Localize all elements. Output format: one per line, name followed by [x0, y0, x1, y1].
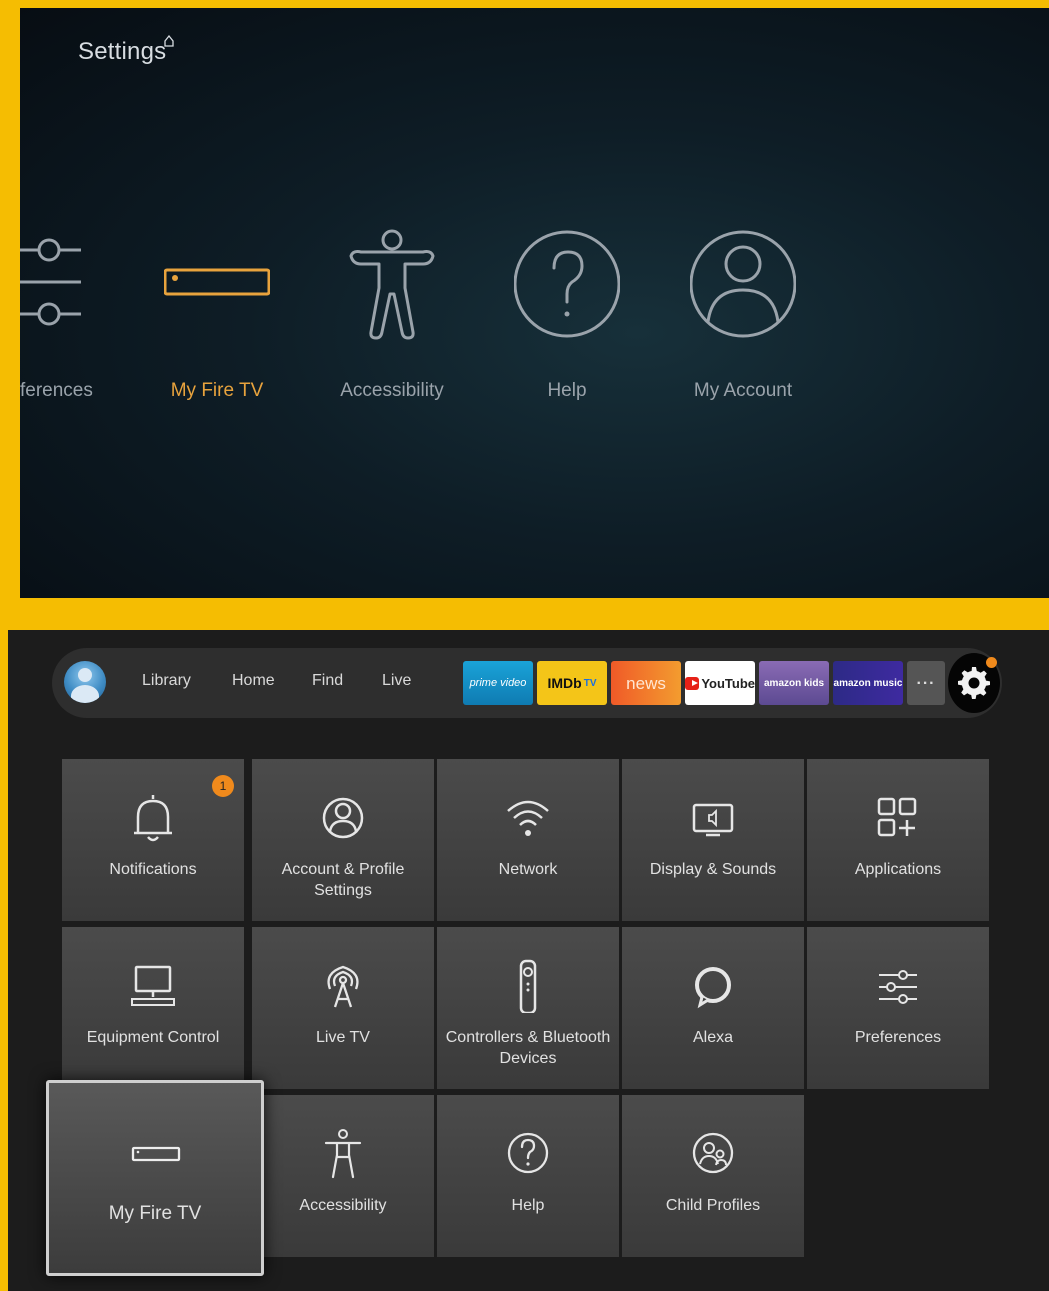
settings-notification-dot	[986, 657, 997, 668]
settings-item-preferences[interactable]: ferences	[20, 228, 140, 418]
app-imdb-tv[interactable]: IMDb TV	[537, 661, 607, 705]
app-amazon-music[interactable]: amazon music	[833, 661, 903, 705]
profile-avatar[interactable]	[64, 661, 106, 703]
app-amazon-kids[interactable]: amazon kids	[759, 661, 829, 705]
tile-child-profiles[interactable]: Child Profiles	[622, 1095, 804, 1257]
settings-item-help[interactable]: Help	[487, 228, 647, 418]
tile-label: Help	[511, 1197, 545, 1214]
tile-label: My Fire TV	[108, 1203, 202, 1224]
tile-label: Child Profiles	[665, 1197, 761, 1214]
more-icon: ···	[916, 674, 936, 692]
tile-notifications[interactable]: 1 Notifications	[62, 759, 244, 921]
app-label: IMDb	[547, 674, 582, 691]
app-label: amazon kids	[763, 677, 825, 689]
settings-item-label: My Account	[693, 380, 793, 401]
accessibility-icon	[349, 229, 435, 340]
tile-label: Display & Sounds	[649, 861, 777, 878]
app-prime-video[interactable]: prime video	[463, 661, 533, 705]
settings-item-accessibility[interactable]: Accessibility	[312, 228, 472, 418]
page-title: Settings	[78, 38, 167, 65]
settings-bottom-panel: Library Home Find Live prime video IMDb T…	[8, 630, 1049, 1291]
help-icon	[514, 230, 620, 338]
tile-label: Account & Profile Settings	[281, 861, 405, 899]
tile-alexa[interactable]: Alexa	[622, 927, 804, 1089]
tile-label: Controllers & Bluetooth Devices	[445, 1029, 611, 1067]
accessibility-icon	[324, 1129, 362, 1179]
app-news[interactable]: news	[611, 661, 681, 705]
alexa-icon	[695, 967, 731, 1009]
tile-controllers-bluetooth[interactable]: Controllers & Bluetooth Devices	[437, 927, 619, 1089]
tile-label: Applications	[854, 861, 942, 878]
app-label: news	[626, 673, 666, 693]
tile-applications[interactable]: Applications	[807, 759, 989, 921]
antenna-icon	[327, 965, 359, 1008]
bell-icon	[134, 795, 172, 842]
app-youtube[interactable]: YouTube	[685, 661, 755, 705]
tile-account-profile-settings[interactable]: Account & Profile Settings	[252, 759, 434, 921]
tv-equipment-icon	[131, 965, 175, 1006]
tile-equipment-control[interactable]: Equipment Control	[62, 927, 244, 1089]
account-icon	[690, 230, 796, 338]
tile-label: Live TV	[316, 1029, 370, 1046]
sliders-icon	[20, 238, 81, 326]
app-label: amazon music	[833, 677, 903, 689]
remote-icon	[519, 959, 537, 1013]
app-label-suffix: TV	[583, 677, 597, 689]
settings-item-label: Accessibility	[340, 380, 444, 401]
youtube-play-icon	[685, 676, 700, 690]
gear-icon	[958, 667, 990, 699]
tile-live-tv[interactable]: Live TV	[252, 927, 434, 1089]
tile-label: Notifications	[109, 861, 197, 878]
more-apps-button[interactable]: ···	[907, 661, 945, 705]
fire-tv-device-icon	[131, 1146, 181, 1162]
settings-top-panel: Settings ferences My Fire TV Accessibili…	[20, 8, 1049, 598]
applications-icon	[877, 797, 917, 837]
tile-network[interactable]: Network	[437, 759, 619, 921]
display-icon	[692, 803, 734, 837]
wifi-icon	[507, 800, 549, 836]
tile-help[interactable]: Help	[437, 1095, 619, 1257]
tile-display-sounds[interactable]: Display & Sounds	[622, 759, 804, 921]
tile-my-fire-tv[interactable]: My Fire TV	[46, 1080, 264, 1276]
home-small-icon	[164, 35, 174, 47]
sliders-icon	[879, 970, 917, 1004]
settings-item-my-account[interactable]: My Account	[663, 228, 823, 418]
nav-link-find[interactable]: Find	[312, 672, 343, 690]
settings-item-label: ferences	[20, 380, 93, 401]
child-profiles-icon	[692, 1132, 734, 1174]
nav-link-library[interactable]: Library	[142, 672, 191, 690]
tile-label: Preferences	[854, 1029, 942, 1046]
help-icon	[507, 1132, 549, 1174]
tile-label: Accessibility	[299, 1197, 387, 1214]
settings-item-label: Help	[547, 380, 587, 401]
tile-label: Alexa	[692, 1029, 734, 1046]
notification-badge: 1	[212, 775, 234, 797]
app-label: prime video	[469, 676, 527, 689]
tile-label: Network	[498, 861, 558, 878]
settings-button[interactable]	[948, 653, 1000, 713]
top-navigation-bar: Library Home Find Live prime video IMDb T…	[52, 648, 1002, 718]
settings-item-my-fire-tv[interactable]: My Fire TV	[137, 228, 297, 418]
app-label: YouTube	[701, 675, 755, 691]
fire-tv-device-icon	[164, 268, 270, 296]
tile-label: Equipment Control	[86, 1029, 220, 1046]
nav-link-home[interactable]: Home	[232, 672, 275, 690]
tile-preferences[interactable]: Preferences	[807, 927, 989, 1089]
tile-accessibility[interactable]: Accessibility	[252, 1095, 434, 1257]
account-icon	[322, 797, 364, 839]
settings-item-label: My Fire TV	[170, 380, 264, 401]
nav-link-live[interactable]: Live	[382, 672, 411, 690]
